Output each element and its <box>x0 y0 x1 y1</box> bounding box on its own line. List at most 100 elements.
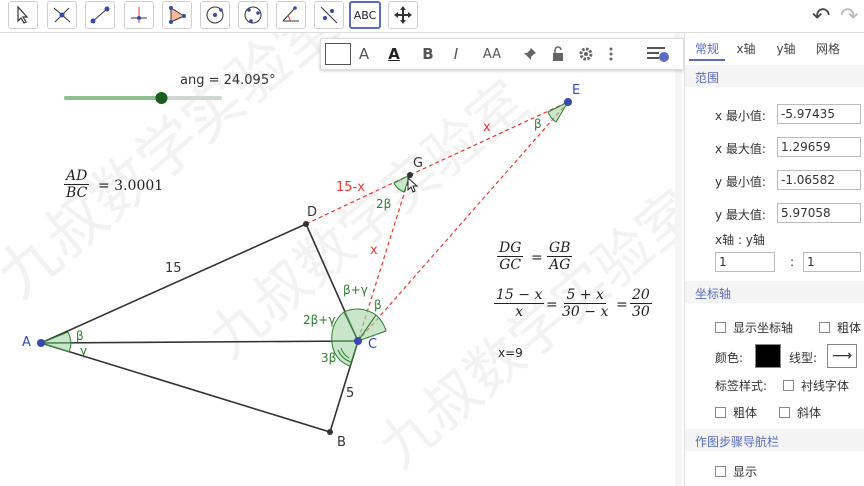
ymax-label: y 最大值: <box>715 208 766 222</box>
label-italic-label: 斜体 <box>797 406 822 420</box>
nav-title: 作图步骤导航栏 <box>695 435 780 449</box>
panel-tabs: 常规 x轴 y轴 网格 <box>685 33 864 61</box>
point-g[interactable] <box>407 172 413 178</box>
perpendicular-icon <box>131 7 147 23</box>
point-a[interactable] <box>37 339 45 347</box>
watermark-text-3: 九叔数学实验室 <box>367 179 682 481</box>
segment-icon <box>90 6 110 24</box>
angle-icon <box>282 6 299 22</box>
linetype-arrow-icon[interactable]: ⟶ <box>827 344 857 368</box>
axes-bold-checkbox[interactable] <box>819 322 830 333</box>
nav-show-checkbox[interactable] <box>715 466 726 477</box>
main-toolbar: ABC ↶ ↷ <box>0 0 864 33</box>
color-swatch-button[interactable] <box>325 43 351 65</box>
italic-button[interactable]: I <box>445 42 467 66</box>
gear-icon[interactable] <box>575 42 597 66</box>
perpendicular-tool[interactable] <box>124 1 154 29</box>
eq1-left: DG GC <box>497 240 524 273</box>
ratio-separator: : <box>790 255 795 269</box>
segment-tool[interactable] <box>85 1 115 29</box>
angle-a-beta <box>40 331 72 344</box>
axis-ratio-label: x轴 : y轴 <box>715 233 765 247</box>
graphics-view[interactable]: 九叔数学实验室 九叔数学实验室 九叔数学实验室 ang = 24.095° A … <box>0 33 682 486</box>
axes-title: 坐标轴 <box>695 287 732 301</box>
slider-knob[interactable] <box>155 92 168 104</box>
ratio-y-input[interactable]: 1 <box>803 252 861 272</box>
serif-label: 衬线字体 <box>801 379 850 393</box>
label-angle-c2: 2β+γ <box>303 313 335 327</box>
label-angle-c4: β <box>374 298 382 312</box>
lock-icon[interactable] <box>547 42 569 66</box>
xmin-label: x 最小值: <box>715 109 766 123</box>
eq1-equals: = <box>531 250 543 266</box>
text-size-button[interactable]: AA <box>477 42 507 66</box>
cursor-arrow-icon <box>17 5 29 24</box>
angle-tool[interactable] <box>276 1 306 29</box>
point-tool[interactable] <box>47 1 77 29</box>
bold-button[interactable]: B <box>417 42 439 66</box>
xmin-input[interactable]: -5.97435 <box>777 104 861 124</box>
label-italic-checkbox[interactable] <box>779 407 790 418</box>
eq1-right: GB AG <box>547 240 573 273</box>
show-axes-checkbox[interactable] <box>715 322 726 333</box>
eq2-equals-1: = <box>546 297 558 313</box>
point-e[interactable] <box>564 98 572 106</box>
text-tool[interactable]: ABC <box>349 1 381 29</box>
slider-label: ang = 24.095° <box>180 73 276 88</box>
label-seg-dg: 15-x <box>336 180 365 195</box>
angle-a-gamma <box>40 342 72 353</box>
eq2-b: 5 + x 30 − x <box>560 287 610 320</box>
circle-tool[interactable] <box>200 1 230 29</box>
more-vertical-icon[interactable] <box>603 42 619 66</box>
eq1-left-den: GC <box>499 257 522 273</box>
label-seg-gc: x <box>370 243 378 258</box>
tab-y-axis[interactable]: y轴 <box>771 37 801 59</box>
ymin-input[interactable]: -1.06582 <box>777 170 861 190</box>
show-axes-label: 显示坐标轴 <box>733 321 794 335</box>
circle-three-points-tool[interactable] <box>238 1 268 29</box>
label-bold-checkbox[interactable] <box>715 407 726 418</box>
axes-bold-label: 粗体 <box>837 321 862 335</box>
eq2-a-num: 15 − x <box>494 287 545 304</box>
label-b: B <box>337 435 346 450</box>
watermark: 九叔数学实验室 九叔数学实验室 九叔数学实验室 <box>0 33 682 481</box>
move-arrows-icon <box>394 6 412 24</box>
axes-color-swatch[interactable] <box>755 344 781 368</box>
ratio-value: = 3.0001 <box>98 178 164 194</box>
eq1-left-num: DG <box>497 240 524 257</box>
tab-x-axis[interactable]: x轴 <box>731 37 761 59</box>
label-angle-a2: γ <box>80 344 87 358</box>
label-bold-label: 粗体 <box>733 406 758 420</box>
background-color-button[interactable]: A <box>383 42 405 66</box>
view-menu-icon[interactable] <box>643 42 673 66</box>
ratio-x-input[interactable]: 1 <box>715 252 775 272</box>
axes-color-label: 颜色: <box>715 351 744 365</box>
ymax-input[interactable]: 5.97058 <box>777 203 861 223</box>
ratio-num: AD <box>64 168 90 185</box>
eq2-b-den: 30 − x <box>562 304 609 320</box>
pin-icon[interactable] <box>519 42 541 66</box>
xmax-input[interactable]: 1.29659 <box>777 137 861 157</box>
polygon-tool[interactable] <box>162 1 192 29</box>
intersect-point-icon <box>53 7 71 23</box>
point-d[interactable] <box>303 221 309 227</box>
text-tool-label: ABC <box>353 8 377 22</box>
label-angle-a1: β <box>76 329 84 343</box>
undo-icon[interactable]: ↶ <box>812 4 830 29</box>
redo-icon[interactable]: ↷ <box>840 4 858 29</box>
move-tool[interactable] <box>8 1 38 29</box>
ymin-label: y 最小值: <box>715 175 766 189</box>
eq2-equals-2: = <box>616 297 628 313</box>
reflect-tool[interactable] <box>314 1 344 29</box>
point-c[interactable] <box>354 337 362 345</box>
graphics-scrollbar[interactable] <box>675 33 682 486</box>
label-g: G <box>413 156 423 171</box>
tab-general[interactable]: 常规 <box>689 37 725 61</box>
point-b[interactable] <box>327 429 333 435</box>
tab-grid[interactable]: 网格 <box>811 37 845 59</box>
label-seg-bc: 5 <box>346 386 354 401</box>
move-view-tool[interactable] <box>388 1 418 29</box>
serif-checkbox[interactable] <box>783 380 794 391</box>
text-color-button[interactable]: A <box>353 42 375 66</box>
nav-show-label: 显示 <box>733 465 758 479</box>
